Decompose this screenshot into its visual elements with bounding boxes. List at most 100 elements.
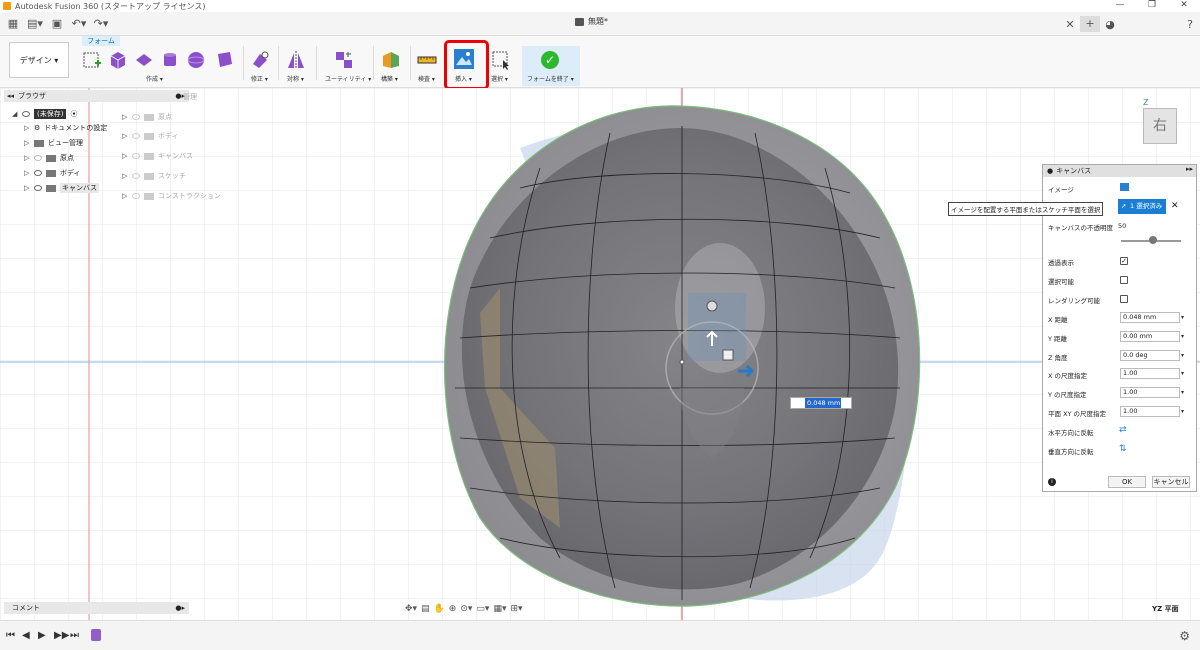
z-angle-field[interactable]: 0.0 deg (1120, 350, 1180, 361)
info-icon[interactable]: i (1048, 478, 1056, 486)
x-distance-field[interactable]: 0.048 mm (1120, 312, 1180, 323)
step-forward-icon[interactable]: ▶▶ (54, 630, 69, 641)
document-tab[interactable]: 無題* (575, 16, 608, 27)
expand-icon[interactable]: ▷ (24, 184, 30, 192)
select-icon[interactable] (491, 50, 511, 70)
tree-item-named-views[interactable]: ▷ ビュー管理 (24, 136, 83, 150)
viewports-icon[interactable]: ⊞▾ (510, 604, 522, 614)
dropdown-icon[interactable]: ▾ (1181, 314, 1184, 321)
activate-radio-icon[interactable]: ⦿ (70, 109, 77, 119)
construct-group-label[interactable]: 構築 ▾ (381, 74, 398, 83)
close-tab-icon[interactable]: ✕ (1060, 18, 1080, 31)
torus-icon[interactable] (214, 50, 234, 70)
expand-icon[interactable]: ▷ (24, 124, 30, 132)
zoom-icon[interactable]: ⊕ (449, 604, 457, 614)
y-scale-field[interactable]: 1.00 (1120, 387, 1180, 398)
step-back-icon[interactable]: ◀ (22, 630, 30, 641)
modify-group-label[interactable]: 修正 ▾ (251, 74, 268, 83)
dialog-header[interactable]: ● キャンバス ▸▸ (1043, 165, 1196, 177)
timeline-settings-icon[interactable]: ⚙ (1179, 629, 1190, 643)
finish-form-label[interactable]: フォームを終了 ▾ (527, 74, 574, 83)
tree-item-doc-settings[interactable]: ▷ ⚙ ドキュメントの設定 (24, 121, 107, 135)
go-to-end-icon[interactable]: ⏭ (70, 630, 79, 641)
tree-root[interactable]: ◢ (未保存) ⦿ (12, 107, 77, 121)
dropdown-icon[interactable]: ▾ (1181, 370, 1184, 377)
distance-input[interactable]: 0.048 mm (805, 398, 841, 408)
opacity-slider-knob[interactable] (1149, 236, 1157, 244)
x-scale-field[interactable]: 1.00 (1120, 368, 1180, 379)
file-menu-icon[interactable]: ▤▾ (26, 16, 44, 32)
close-window-button[interactable]: ✕ (1168, 0, 1200, 10)
inspect-icon[interactable] (417, 50, 437, 70)
collapse-icon[interactable]: ◂◂ (7, 92, 14, 100)
rotate-handle-icon[interactable] (706, 300, 718, 312)
dropdown-icon[interactable]: ▾ (1181, 389, 1184, 396)
expand-icon[interactable]: ▷ (24, 169, 30, 177)
dialog-toggle-icon[interactable]: ● (1047, 167, 1053, 175)
cancel-button[interactable]: キャンセル (1152, 476, 1190, 488)
minimize-button[interactable]: — (1104, 0, 1136, 10)
expand-icon[interactable]: ◢ (12, 110, 18, 118)
go-to-start-icon[interactable]: ⏮ (6, 630, 15, 641)
display-through-checkbox[interactable]: ✓ (1120, 257, 1128, 265)
display-settings-icon[interactable]: ▭▾ (476, 604, 489, 614)
planar-move-handle-icon[interactable] (722, 349, 734, 361)
orbit-icon[interactable]: ✥▾ (405, 604, 417, 614)
tree-item-origin[interactable]: ▷ 原点 (24, 151, 74, 165)
cylinder-icon[interactable] (160, 50, 180, 70)
expand-dialog-icon[interactable]: ▸▸ (1186, 165, 1193, 173)
symmetry-icon[interactable] (286, 50, 306, 70)
viewport[interactable] (0, 88, 1200, 620)
pin-icon[interactable]: ●▸ (175, 604, 185, 612)
dropdown-icon[interactable]: ▾ (1181, 408, 1184, 415)
root-component-label[interactable]: (未保存) (34, 109, 67, 119)
dropdown-icon[interactable]: ▾ (1181, 333, 1184, 340)
construct-icon[interactable] (381, 50, 401, 70)
help-icon[interactable]: ? (1180, 18, 1200, 31)
pan-icon[interactable]: ✋ (434, 604, 445, 614)
look-at-icon[interactable]: ▤ (421, 604, 430, 614)
redo-icon[interactable]: ↷▾ (92, 16, 110, 32)
xy-scale-field[interactable]: 1.00 (1120, 406, 1180, 417)
comments-panel[interactable]: コメント ●▸ (4, 602, 189, 614)
visibility-icon[interactable] (34, 170, 42, 176)
workspace-switcher[interactable]: デザイン ▾ (9, 42, 69, 78)
select-group-label[interactable]: 選択 ▾ (491, 74, 508, 83)
plane-icon[interactable] (134, 50, 154, 70)
ok-button[interactable]: OK (1108, 476, 1146, 488)
image-select-icon[interactable] (1120, 183, 1129, 191)
visibility-icon[interactable] (34, 155, 42, 161)
render-checkbox[interactable] (1120, 295, 1128, 303)
modify-icon[interactable] (250, 50, 270, 70)
tab-form[interactable]: フォーム (82, 36, 120, 46)
view-cube[interactable]: 右 (1143, 108, 1177, 144)
expand-icon[interactable]: ▷ (24, 154, 30, 162)
inspect-group-label[interactable]: 検査 ▾ (418, 74, 435, 83)
dropdown-icon[interactable]: ▾ (1181, 352, 1184, 359)
visibility-icon[interactable] (22, 111, 30, 117)
box-icon[interactable] (108, 50, 128, 70)
utilities-icon[interactable] (334, 50, 354, 70)
selectable-checkbox[interactable] (1120, 276, 1128, 284)
symmetry-group-label[interactable]: 対称 ▾ (287, 74, 304, 83)
tree-item-canvases[interactable]: ▷ キャンバス (24, 181, 99, 195)
new-tab-icon[interactable]: + (1080, 16, 1100, 32)
utilities-group-label[interactable]: ユーティリティ ▾ (325, 74, 371, 83)
sphere-icon[interactable] (186, 50, 206, 70)
plane-select-button[interactable]: ➚ 1 選択済み (1118, 199, 1166, 214)
play-icon[interactable]: ▶ (38, 630, 46, 641)
flip-horizontal-icon[interactable]: ⇄ (1119, 425, 1127, 435)
clear-selection-icon[interactable]: ✕ (1171, 201, 1179, 211)
undo-icon[interactable]: ↶▾ (70, 16, 88, 32)
tree-item-bodies[interactable]: ▷ ボディ (24, 166, 81, 180)
visibility-icon[interactable] (34, 185, 42, 191)
grid-settings-icon[interactable]: ▦▾ (493, 604, 506, 614)
grid-menu-icon[interactable]: ▦ (4, 16, 22, 32)
job-status-icon[interactable]: ◕ (1100, 18, 1120, 31)
box-sketch-icon[interactable] (82, 50, 102, 70)
opacity-value[interactable]: 50 (1118, 222, 1126, 230)
timeline-form-feature-icon[interactable] (91, 629, 101, 641)
y-distance-field[interactable]: 0.00 mm (1120, 331, 1180, 342)
restore-button[interactable]: ❐ (1136, 0, 1168, 10)
save-icon[interactable]: ▣ (48, 16, 66, 32)
